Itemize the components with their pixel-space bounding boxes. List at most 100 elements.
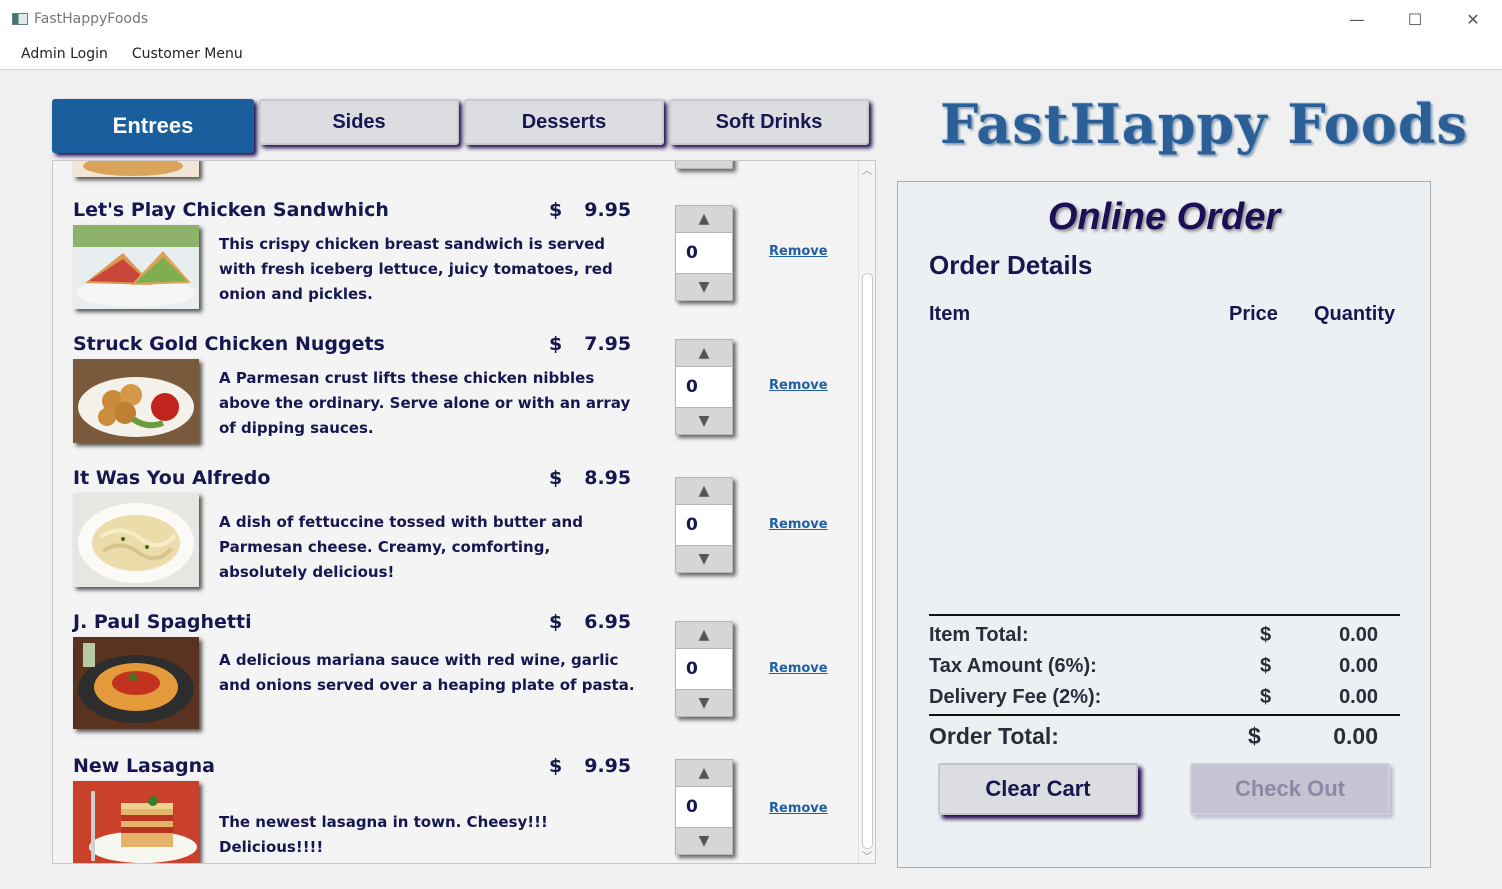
delivery-fee-label: Delivery Fee (2%):: [929, 686, 1102, 708]
tax-value: 0.00: [1339, 655, 1378, 677]
item-name: Let's Play Chicken Sandwhich: [73, 199, 389, 221]
quantity-input[interactable]: 0: [675, 233, 733, 273]
item-price: $6.95: [549, 611, 632, 633]
quantity-input[interactable]: 0: [675, 505, 733, 545]
quantity-stepper[interactable]: ▲ 0 ▼: [675, 621, 733, 717]
chevron-down-icon: ▼: [698, 833, 710, 849]
decrement-button[interactable]: ▼: [675, 827, 733, 855]
quantity-stepper[interactable]: ▲ 0 ▼: [675, 205, 733, 301]
item-description: The newest lasagna in town. Cheesy!!! De…: [219, 813, 548, 856]
chevron-up-icon: ▲: [698, 627, 710, 643]
window-controls: — ☐ ✕: [1328, 0, 1502, 38]
category-tabs: Entrees Sides Desserts Soft Drinks: [52, 99, 869, 153]
increment-button[interactable]: ▲: [675, 339, 733, 367]
brand-logo: FastHappy Foods: [940, 92, 1468, 156]
window-title: FastHappyFoods: [34, 11, 149, 27]
item-total-value: 0.00: [1339, 624, 1378, 646]
chevron-up-icon: ▲: [698, 345, 710, 361]
column-header-quantity: Quantity: [1314, 303, 1396, 325]
item-image: [73, 781, 199, 863]
item-image: [73, 225, 199, 309]
remove-link[interactable]: Remove: [769, 517, 828, 532]
chevron-down-icon: ▼: [698, 279, 710, 295]
item-name: J. Paul Spaghetti: [73, 611, 252, 633]
menu-bar: Admin Login Customer Menu: [0, 38, 1502, 70]
chevron-down-icon: ▼: [698, 551, 710, 567]
maximize-button[interactable]: ☐: [1386, 0, 1444, 38]
decrement-button[interactable]: ▼: [675, 407, 733, 435]
item-description: This crispy chicken breast sandwich is s…: [219, 235, 613, 303]
item-price: $7.95: [549, 333, 632, 355]
chevron-down-icon: ▼: [698, 695, 710, 711]
scroll-up-icon[interactable]: ︿: [859, 161, 875, 177]
chevron-down-icon: ▼: [698, 413, 710, 429]
quantity-input[interactable]: 0: [675, 787, 733, 827]
sandwich-image: [73, 225, 199, 309]
remove-link[interactable]: Remove: [769, 801, 828, 816]
decrement-button[interactable]: ▼: [675, 273, 733, 301]
order-total-label: Order Total:: [929, 723, 1059, 749]
tab-sides[interactable]: Sides: [259, 99, 459, 145]
quantity-input[interactable]: 0: [675, 367, 733, 407]
order-total-value: 0.00: [1333, 723, 1378, 749]
close-button[interactable]: ✕: [1444, 0, 1502, 38]
decrement-button[interactable]: ▼: [675, 545, 733, 573]
scrollbar-thumb[interactable]: [862, 273, 873, 849]
vertical-scrollbar[interactable]: ︿ ﹀: [858, 161, 875, 863]
item-name: Struck Gold Chicken Nuggets: [73, 333, 385, 355]
tab-entrees[interactable]: Entrees: [52, 99, 254, 153]
chevron-up-icon: ▲: [698, 483, 710, 499]
quantity-stepper[interactable]: ▲ 0 ▼: [675, 477, 733, 573]
divider: [929, 614, 1400, 616]
divider: [929, 714, 1400, 716]
food-image: [73, 161, 199, 177]
item-name: New Lasagna: [73, 755, 215, 777]
delivery-fee-value: 0.00: [1339, 686, 1378, 708]
menu-customer-menu[interactable]: Customer Menu: [120, 46, 255, 62]
nuggets-image: [73, 359, 199, 443]
remove-link[interactable]: Remove: [769, 244, 828, 259]
tab-desserts[interactable]: Desserts: [464, 99, 664, 145]
item-image: [73, 359, 199, 443]
decrement-button[interactable]: ▼: [675, 689, 733, 717]
tab-soft-drinks[interactable]: Soft Drinks: [669, 99, 869, 145]
alfredo-image: [73, 493, 199, 587]
item-name: It Was You Alfredo: [73, 467, 271, 489]
chevron-up-icon: ▲: [698, 211, 710, 227]
currency-symbol: $: [1260, 686, 1272, 708]
column-header-item: Item: [929, 303, 971, 325]
remove-link[interactable]: Remove: [769, 378, 828, 393]
currency-symbol: $: [1260, 624, 1272, 646]
partial-item-image: [73, 161, 199, 177]
menu-list-panel: Let's Play Chicken Sandwhich $9.95 This …: [52, 160, 876, 864]
currency-symbol: $: [1260, 655, 1272, 677]
item-image: [73, 637, 199, 729]
chevron-up-icon: ▲: [698, 765, 710, 781]
item-description: A delicious mariana sauce with red wine,…: [219, 651, 635, 694]
check-out-button[interactable]: Check Out: [1190, 763, 1390, 815]
currency-symbol: $: [1248, 723, 1261, 749]
lasagna-image: [73, 781, 199, 863]
increment-button[interactable]: ▲: [675, 759, 733, 787]
column-header-price: Price: [1229, 303, 1278, 325]
quantity-stepper[interactable]: ▲ 0 ▼: [675, 339, 733, 435]
quantity-input[interactable]: 0: [675, 649, 733, 689]
item-total-label: Item Total:: [929, 624, 1029, 646]
order-title: Online Order: [1047, 196, 1281, 238]
minimize-button[interactable]: —: [1328, 0, 1386, 38]
item-description: A dish of fettuccine tossed with butter …: [219, 513, 583, 581]
increment-button[interactable]: ▲: [675, 621, 733, 649]
increment-button[interactable]: ▲: [675, 477, 733, 505]
menu-admin-login[interactable]: Admin Login: [9, 46, 120, 62]
increment-button[interactable]: ▲: [675, 205, 733, 233]
remove-link[interactable]: Remove: [769, 661, 828, 676]
item-image: [73, 493, 199, 587]
partial-stepper: [675, 161, 733, 169]
clear-cart-button[interactable]: Clear Cart: [938, 763, 1138, 815]
tax-label: Tax Amount (6%):: [929, 655, 1097, 677]
item-price: $9.95: [549, 755, 632, 777]
spaghetti-image: [73, 637, 199, 729]
scroll-down-icon[interactable]: ﹀: [859, 847, 875, 863]
quantity-stepper[interactable]: ▲ 0 ▼: [675, 759, 733, 855]
item-price: $8.95: [549, 467, 632, 489]
